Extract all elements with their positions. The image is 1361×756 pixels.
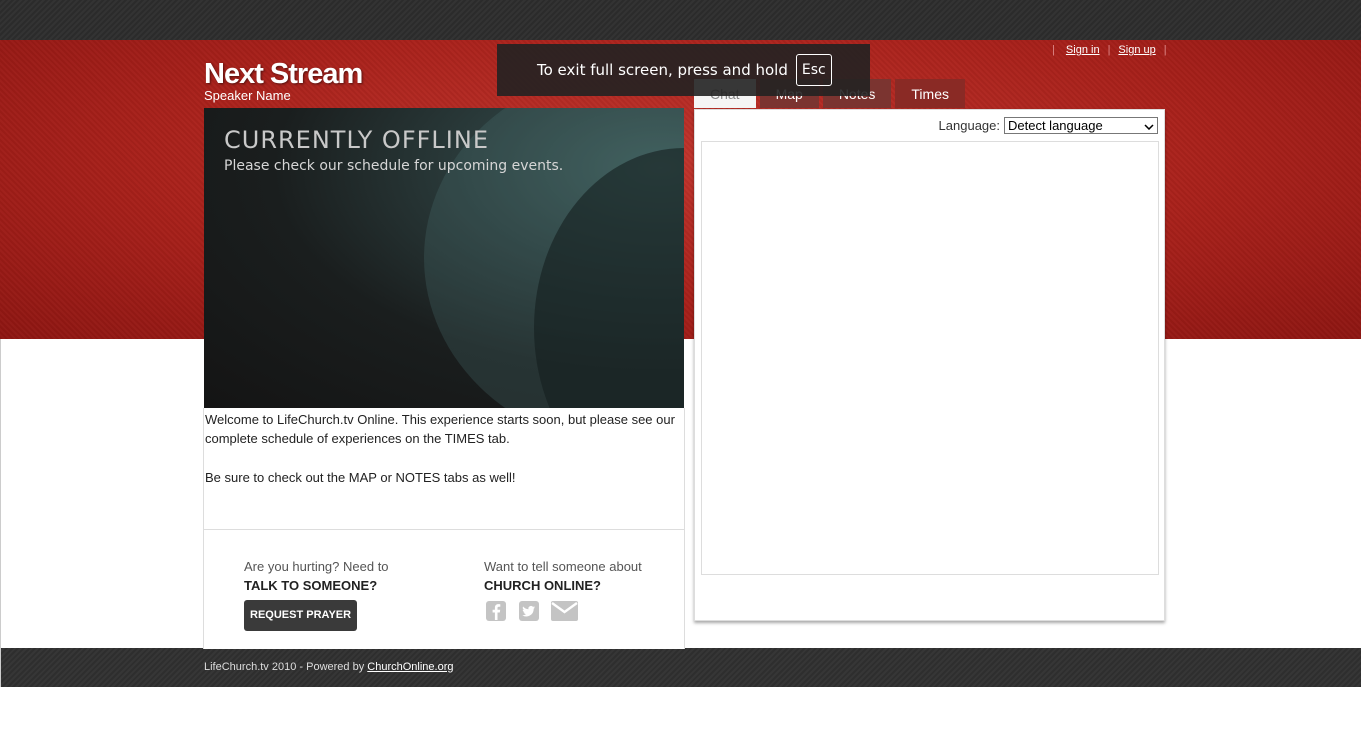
- language-select[interactable]: Detect language: [1004, 117, 1158, 134]
- video-player[interactable]: CURRENTLY OFFLINE Please check our sched…: [204, 108, 684, 408]
- language-label: Language:: [938, 118, 1000, 133]
- share-section: Want to tell someone about CHURCH ONLINE…: [484, 557, 642, 622]
- facebook-icon[interactable]: [484, 600, 507, 622]
- chat-panel: Language: Detect language: [694, 109, 1165, 621]
- share-icons: [484, 600, 642, 622]
- welcome-paragraph: Welcome to LifeChurch.tv Online. This ex…: [205, 412, 675, 446]
- esc-key-badge: Esc: [795, 54, 832, 86]
- page-border: [0, 339, 1, 687]
- offline-title: CURRENTLY OFFLINE: [224, 126, 489, 154]
- top-bar: [0, 0, 1361, 40]
- chat-frame[interactable]: [701, 141, 1159, 575]
- chevron-down-icon: [1144, 118, 1154, 133]
- copyright-text: LifeChurch.tv 2010 - Powered by: [204, 661, 365, 673]
- info-panel: Welcome to LifeChurch.tv Online. This ex…: [203, 408, 685, 649]
- tab-times[interactable]: Times: [895, 79, 965, 108]
- language-select-value: Detect language: [1008, 118, 1103, 133]
- footer-copyright: LifeChurch.tv 2010 - Powered by ChurchOn…: [204, 661, 453, 673]
- language-selector: Language: Detect language: [939, 117, 1158, 134]
- prayer-section: Are you hurting? Need to TALK TO SOMEONE…: [244, 557, 389, 631]
- fullscreen-notice-text: To exit full screen, press and hold: [537, 61, 788, 79]
- welcome-text: Welcome to LifeChurch.tv Online. This ex…: [205, 410, 683, 507]
- share-heading: CHURCH ONLINE?: [484, 578, 601, 593]
- envelope-icon[interactable]: [550, 600, 578, 622]
- speaker-name: Speaker Name: [204, 88, 291, 103]
- share-intro: Want to tell someone about: [484, 559, 642, 574]
- fullscreen-notice: To exit full screen, press and hold Esc: [497, 44, 870, 96]
- prayer-heading: TALK TO SOMEONE?: [244, 578, 378, 593]
- request-prayer-button[interactable]: REQUEST PRAYER: [244, 600, 358, 631]
- twitter-icon[interactable]: [517, 600, 540, 622]
- sign-in-link[interactable]: Sign in: [1066, 44, 1100, 56]
- divider: [204, 529, 684, 530]
- sign-up-link[interactable]: Sign up: [1118, 44, 1155, 56]
- offline-subtitle: Please check our schedule for upcoming e…: [224, 158, 564, 174]
- churchonline-link[interactable]: ChurchOnline.org: [367, 661, 453, 673]
- auth-links: | Sign in | Sign up |: [1052, 44, 1167, 56]
- page-title: Next Stream: [204, 58, 363, 90]
- welcome-paragraph: Be sure to check out the MAP or NOTES ta…: [205, 470, 516, 485]
- prayer-intro: Are you hurting? Need to: [244, 559, 389, 574]
